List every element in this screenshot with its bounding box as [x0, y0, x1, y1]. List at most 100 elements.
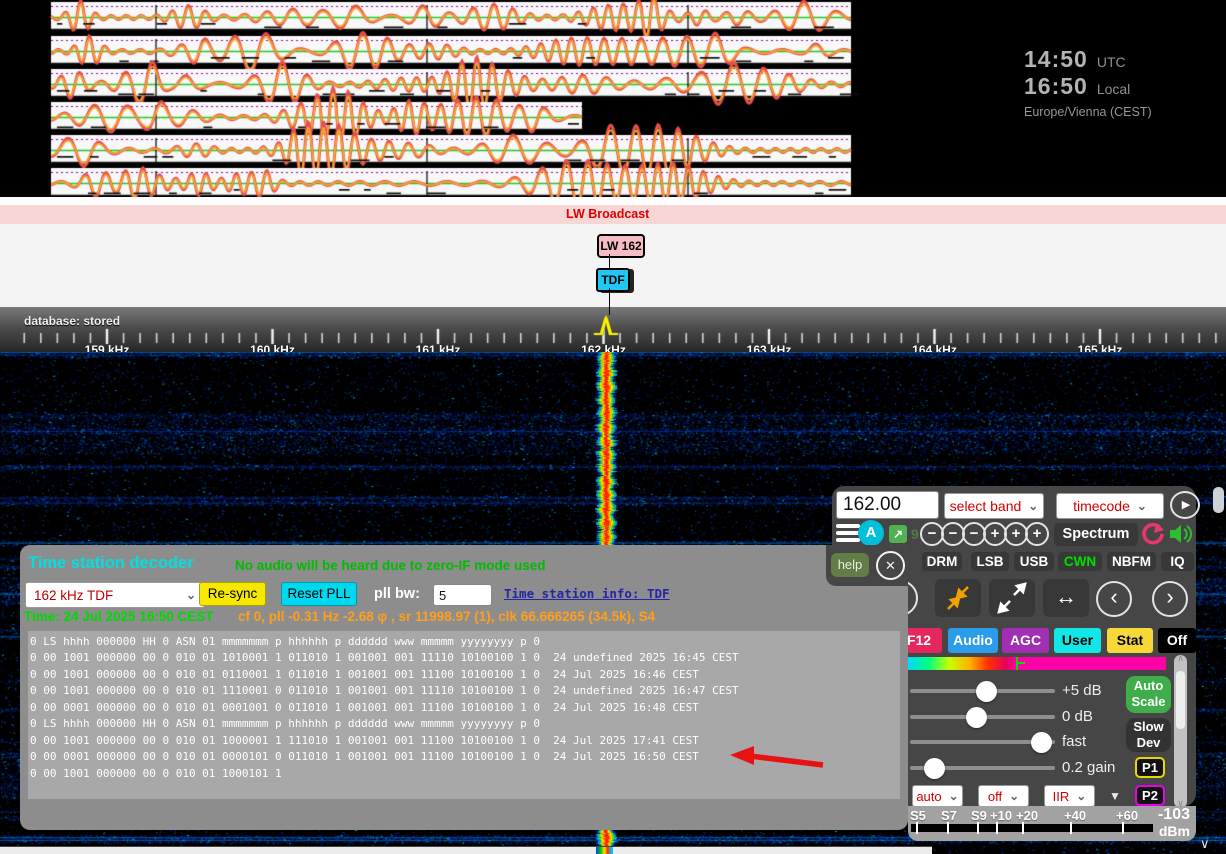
- decoder-line: 0 00 1001 000000 00 0 010 01 1110001 0 0…: [30, 683, 900, 699]
- chevron-down-icon: ⌄: [1028, 499, 1038, 513]
- freq-step-up-3[interactable]: +: [1025, 522, 1049, 546]
- auto-scale-button[interactable]: AutoScale: [1126, 676, 1171, 713]
- gain-value: 0.2 gain: [1062, 759, 1115, 776]
- play-button[interactable]: ▶: [1170, 491, 1200, 519]
- mode-cwn[interactable]: CWN: [1058, 552, 1102, 571]
- spectrum-signal-blob: [596, 847, 613, 854]
- page-right-button[interactable]: ›: [1152, 581, 1188, 617]
- smeter-tick: [947, 822, 949, 834]
- refresh-icon[interactable]: [1140, 521, 1166, 547]
- tab-off[interactable]: Off: [1158, 628, 1196, 653]
- page-scrollbar-thumb[interactable]: [1213, 487, 1224, 513]
- pll-bw-input[interactable]: [433, 584, 492, 606]
- colormap-select[interactable]: auto⌄: [912, 785, 963, 807]
- decoder-status: cf 0, pll -0.31 Hz -2.68 φ , sr 11998.97…: [238, 609, 655, 624]
- mode-drm[interactable]: DRM: [922, 552, 962, 571]
- smeter-tick: [996, 822, 998, 834]
- utc-label: UTC: [1097, 54, 1126, 70]
- decoder-title: Time station decoder: [28, 554, 194, 573]
- external-link-icon[interactable]: ↗: [889, 525, 907, 543]
- s-meter: S5S7S9+10+20+40+60 -103 dBm: [908, 806, 1196, 841]
- tab-agc[interactable]: AGC: [1002, 628, 1049, 653]
- kiwisdr-screen: 14:50 UTC 16:50 Local Europe/Vienna (CEST)…: [0, 0, 1226, 854]
- smeter-tick: [1070, 822, 1072, 834]
- station-select[interactable]: 162 kHz TDF⌄: [25, 582, 205, 608]
- time-station-decoder-panel: help ✕ Time station decoder No audio wil…: [20, 545, 908, 830]
- a-button[interactable]: A: [858, 520, 884, 546]
- frequency-scale[interactable]: database: stored 159 kHz160 kHz161 kHz16…: [0, 307, 1226, 352]
- decoder-line: 0 LS hhhh 000000 HH 0 ASN 01 mmmmmmm p h…: [30, 634, 900, 650]
- slow-dev-button[interactable]: SlowDev: [1126, 718, 1171, 752]
- mode-usb[interactable]: USB: [1014, 552, 1054, 571]
- tab-audio[interactable]: Audio: [948, 628, 998, 653]
- chevron-down-icon: ⌄: [186, 588, 196, 602]
- caret-up-icon[interactable]: ∧: [1174, 653, 1187, 664]
- smeter-scale-label: +60: [1116, 808, 1138, 823]
- tuning-marker[interactable]: [592, 311, 620, 337]
- smeter-tick: [1122, 822, 1124, 834]
- smeter-scale-label: S5: [910, 808, 926, 823]
- smeter-scale-label: +20: [1016, 808, 1038, 823]
- smeter-reading: -103: [1158, 806, 1190, 824]
- timezone-label: Europe/Vienna (CEST): [1024, 105, 1152, 119]
- close-icon[interactable]: ✕: [876, 551, 905, 580]
- decoder-warning: No audio will be heard due to zero-IF mo…: [235, 558, 546, 573]
- preset-p2-button[interactable]: P2: [1135, 785, 1165, 806]
- decoder-line: 0 LS hhhh 000000 HH 0 ASN 01 mmmmmmm p h…: [30, 716, 900, 732]
- smeter-scale-label: S7: [941, 808, 957, 823]
- spectrum-button[interactable]: Spectrum: [1054, 523, 1138, 546]
- users-count: 9: [911, 526, 919, 542]
- smeter-tick: [1022, 822, 1024, 834]
- more-options-triangle[interactable]: ▼: [1109, 789, 1121, 803]
- smeter-scale-label: +40: [1064, 808, 1086, 823]
- help-button[interactable]: help: [831, 553, 869, 577]
- wf-rate-knob[interactable]: [1031, 732, 1052, 753]
- zoom-out-max-icon[interactable]: [989, 579, 1035, 617]
- wf-rate-value: fast: [1062, 733, 1086, 750]
- wf-min-knob[interactable]: [966, 707, 987, 728]
- mode-lsb[interactable]: LSB: [971, 552, 1009, 571]
- station-label-area: LW 162 TDF: [0, 224, 1226, 307]
- gap-strip: [0, 197, 1226, 205]
- utc-time: 14:50: [1024, 46, 1088, 72]
- panel-scrollbar[interactable]: ∧ ∨: [1174, 655, 1187, 808]
- scrollbar-thumb[interactable]: [1176, 671, 1185, 729]
- local-label: Local: [1097, 81, 1130, 97]
- decoded-bits-area[interactable]: 0 LS hhhh 000000 HH 0 ASN 01 mmmmmmm p h…: [28, 631, 900, 799]
- tab-user[interactable]: User: [1054, 628, 1101, 653]
- mode-nbfm[interactable]: NBFM: [1107, 552, 1156, 571]
- decoder-line: 0 00 0001 000000 00 0 010 01 0001001 0 0…: [30, 700, 900, 716]
- page-left-button[interactable]: ‹: [1096, 581, 1132, 617]
- colormap-bar[interactable]: [908, 657, 1166, 670]
- decoder-line: 0 00 1001 000000 00 0 010 01 1010001 1 0…: [30, 650, 900, 666]
- frequency-input[interactable]: [836, 491, 939, 519]
- mode-iq[interactable]: IQ: [1161, 552, 1194, 571]
- gain-knob[interactable]: [924, 758, 945, 779]
- zoom-widest-icon[interactable]: ↔: [1043, 579, 1089, 617]
- band-box-lw162[interactable]: LW 162: [597, 234, 645, 258]
- chevron-down-icon: ⌄: [1137, 499, 1147, 513]
- station-box-tdf[interactable]: TDF: [596, 268, 630, 292]
- band-select[interactable]: select band⌄: [944, 493, 1044, 519]
- tab-stat[interactable]: Stat: [1107, 628, 1153, 653]
- preset-p1-button[interactable]: P1: [1135, 757, 1165, 778]
- local-time: 16:50: [1024, 73, 1088, 99]
- time-station-info-link[interactable]: Time station info: TDF: [504, 586, 670, 601]
- speaker-icon[interactable]: [1168, 521, 1194, 547]
- connector-line: [609, 288, 610, 307]
- reset-pll-button[interactable]: Reset PLL: [281, 582, 357, 606]
- smeter-unit: dBm: [1159, 823, 1190, 839]
- annotation-arrow: [726, 744, 826, 772]
- chevron-down-icon: ⌄: [949, 789, 959, 803]
- wf-max-knob[interactable]: [976, 681, 997, 702]
- zoom-to-band-icon[interactable]: [935, 579, 981, 617]
- filter-select[interactable]: IIR⌄: [1044, 785, 1095, 807]
- decoder-time: Time: 24 Jul 2025 16:50 CEST: [24, 609, 214, 624]
- smeter-scale-label: S9: [971, 808, 987, 823]
- smeter-tick: [977, 822, 979, 834]
- waterfall-caret-icon[interactable]: ∨: [1200, 836, 1210, 852]
- clock: 14:50 UTC 16:50 Local Europe/Vienna (CEST): [1024, 46, 1152, 119]
- resync-button[interactable]: Re-sync: [199, 582, 266, 606]
- aperture-select[interactable]: off⌄: [978, 785, 1029, 807]
- extension-select[interactable]: timecode⌄: [1056, 493, 1164, 519]
